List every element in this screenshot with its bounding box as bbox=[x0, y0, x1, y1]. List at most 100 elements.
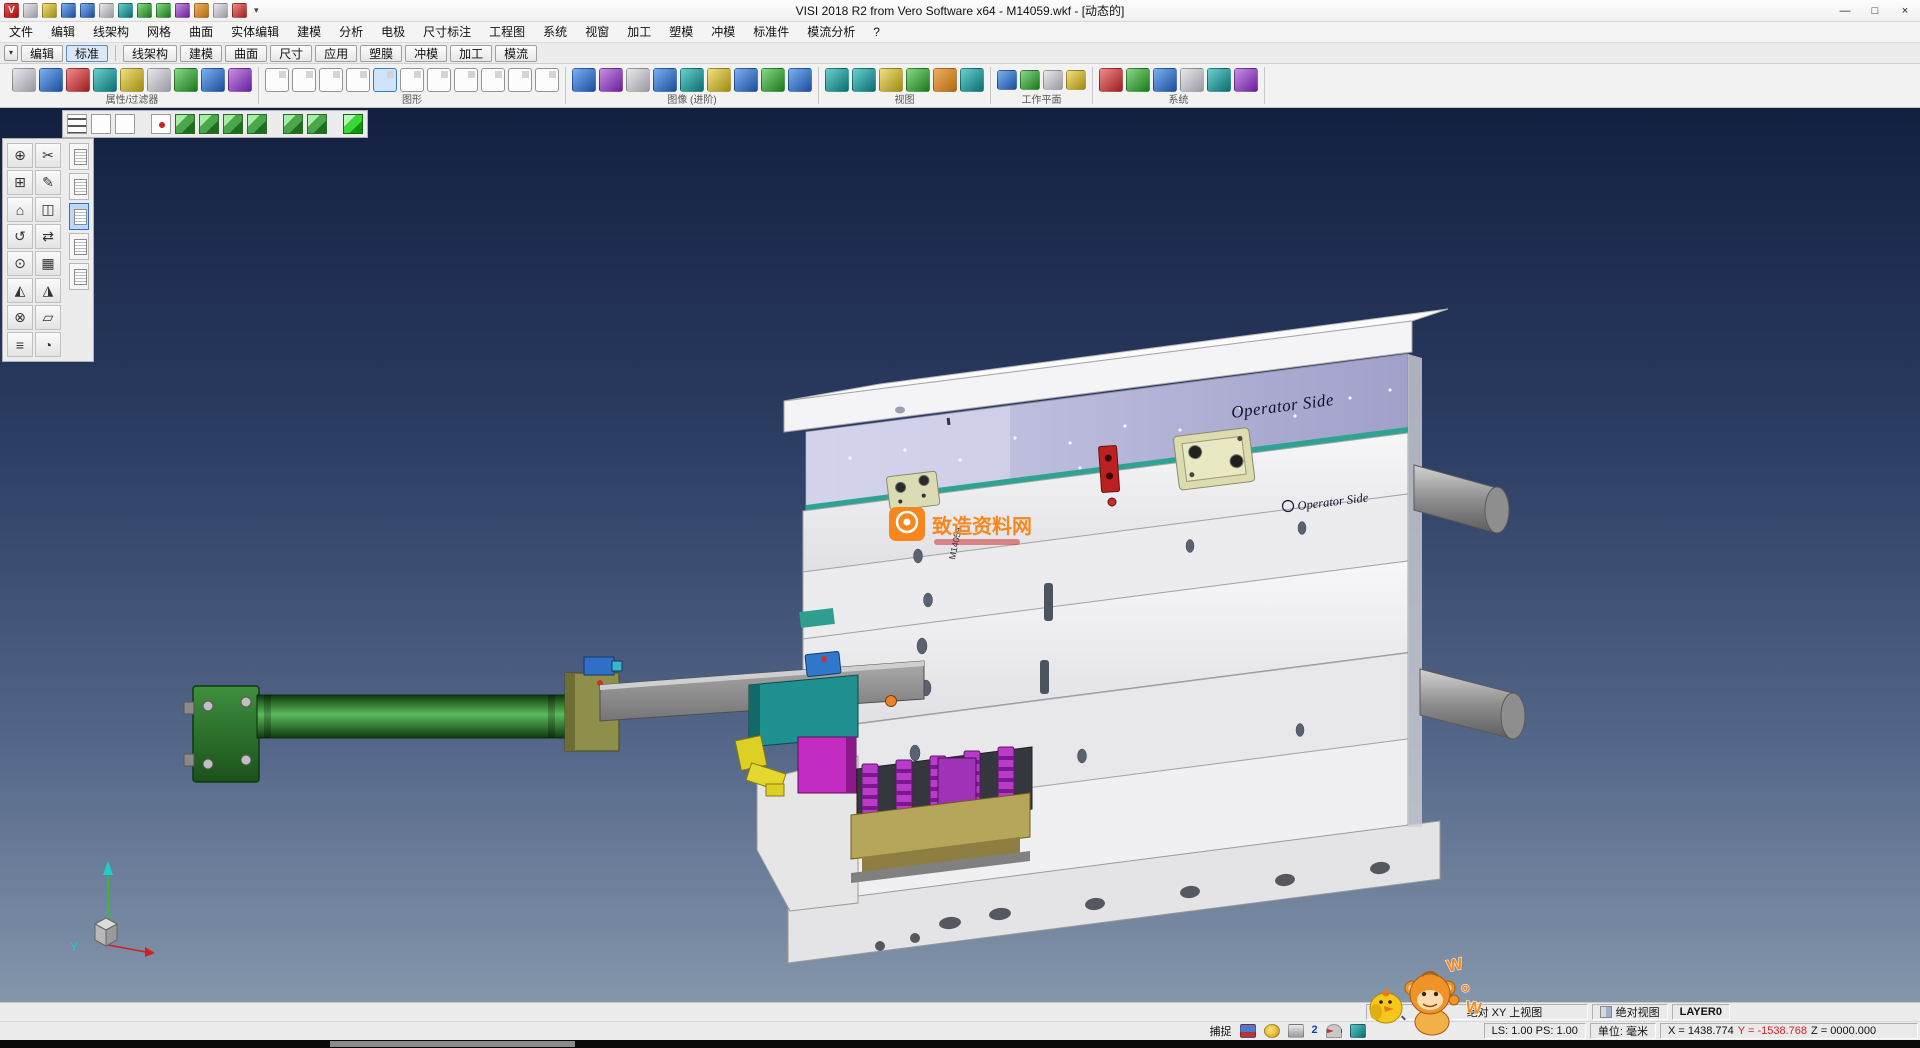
graphics-view-icon[interactable] bbox=[265, 68, 289, 92]
point-icon[interactable]: ⊙ bbox=[7, 251, 33, 276]
plane-icon[interactable]: ▱ bbox=[35, 305, 61, 330]
menu-item[interactable]: 塑模 bbox=[660, 22, 702, 43]
print-icon[interactable] bbox=[99, 3, 114, 18]
save-icon[interactable] bbox=[61, 3, 76, 18]
workplane-align-icon[interactable] bbox=[1020, 70, 1040, 90]
section-view-icon[interactable] bbox=[761, 68, 785, 92]
color-palette-icon[interactable] bbox=[1099, 68, 1123, 92]
workflow-tab[interactable]: 冲模 bbox=[405, 45, 447, 62]
clipboard-view-icon[interactable] bbox=[69, 143, 89, 170]
magnifier-icon[interactable] bbox=[1392, 1008, 1401, 1017]
home-view-icon[interactable]: ⌂ bbox=[7, 197, 33, 222]
graphics-view-icon[interactable] bbox=[319, 68, 343, 92]
origin-point-icon[interactable] bbox=[151, 114, 171, 134]
layer-filter-icon[interactable] bbox=[147, 68, 171, 92]
workflow-tab[interactable]: 模流 bbox=[495, 45, 537, 62]
undo-icon[interactable] bbox=[137, 3, 152, 18]
clipboard-view-icon[interactable] bbox=[69, 263, 89, 290]
menu-item[interactable]: 加工 bbox=[618, 22, 660, 43]
workflow-tab[interactable]: 建模 bbox=[180, 45, 222, 62]
workflow-tab[interactable]: 应用 bbox=[315, 45, 357, 62]
menu-item[interactable]: 网格 bbox=[138, 22, 180, 43]
view-previous-icon[interactable] bbox=[960, 68, 984, 92]
view-top-icon[interactable] bbox=[825, 68, 849, 92]
tab-dropdown-icon[interactable]: ▾ bbox=[4, 45, 18, 61]
pan-icon[interactable] bbox=[680, 68, 704, 92]
snap-label[interactable]: 捕捉 bbox=[1210, 1023, 1232, 1039]
split-view-icon[interactable]: ◫ bbox=[35, 197, 61, 222]
redo-icon[interactable] bbox=[156, 3, 171, 18]
workplane-view-icon[interactable] bbox=[1066, 70, 1086, 90]
dynamic-rotate-icon[interactable] bbox=[653, 68, 677, 92]
color-filter-icon[interactable] bbox=[201, 68, 225, 92]
view-cube-icon[interactable] bbox=[247, 114, 267, 134]
trim-icon[interactable]: ✂ bbox=[35, 143, 61, 168]
graphics-view-icon[interactable] bbox=[292, 68, 316, 92]
view-cube-icon[interactable] bbox=[199, 114, 219, 134]
paste-icon[interactable] bbox=[194, 3, 209, 18]
workflow-tab[interactable]: 线架构 bbox=[123, 45, 177, 62]
magnet-icon[interactable] bbox=[66, 68, 90, 92]
attribute-brush-icon[interactable] bbox=[174, 68, 198, 92]
menu-item[interactable]: 实体编辑 bbox=[222, 22, 288, 43]
wireframe-box-icon[interactable] bbox=[91, 114, 111, 134]
menu-item[interactable]: 线架构 bbox=[84, 22, 138, 43]
properties-icon[interactable] bbox=[12, 68, 36, 92]
taskbar-item[interactable] bbox=[330, 1041, 575, 1047]
matrix-icon[interactable] bbox=[1207, 68, 1231, 92]
grid-icon[interactable]: ⊞ bbox=[7, 170, 33, 195]
sketch-icon[interactable]: ✎ bbox=[35, 170, 61, 195]
workflow-tab[interactable]: 加工 bbox=[450, 45, 492, 62]
product-icon[interactable]: ⊗ bbox=[7, 305, 33, 330]
menu-item[interactable]: 标准件 bbox=[744, 22, 798, 43]
cylinder-icon[interactable]: ◮ bbox=[35, 278, 61, 303]
graphics-view-icon[interactable] bbox=[400, 68, 424, 92]
view-cube-icon[interactable] bbox=[307, 114, 327, 134]
arc-icon[interactable]: ◔ bbox=[35, 332, 61, 357]
graphics-view-icon-active[interactable] bbox=[373, 68, 397, 92]
quick-access-more-icon[interactable]: ▾ bbox=[251, 5, 262, 16]
snowflake-icon[interactable] bbox=[1180, 68, 1204, 92]
model-viewport[interactable]: Operator Side Operator Side M14059 致造资料网 bbox=[0, 108, 1920, 1002]
menu-item[interactable]: 尺寸标注 bbox=[414, 22, 480, 43]
hidden-line-icon[interactable] bbox=[626, 68, 650, 92]
view-cube-icon[interactable] bbox=[283, 114, 303, 134]
shaded-box-icon[interactable] bbox=[115, 114, 135, 134]
menu-item[interactable]: ? bbox=[864, 22, 889, 43]
camera-icon[interactable] bbox=[933, 68, 957, 92]
printer-icon[interactable] bbox=[1288, 1024, 1304, 1038]
zoom-fit-icon[interactable] bbox=[734, 68, 758, 92]
layer-field[interactable]: LAYER0 bbox=[1672, 1004, 1730, 1020]
tab-edit[interactable]: 编辑 bbox=[21, 45, 63, 62]
settings-icon[interactable] bbox=[213, 3, 228, 18]
layers-icon[interactable] bbox=[1234, 68, 1258, 92]
graphics-grid-icon[interactable] bbox=[535, 68, 559, 92]
absolute-view-field[interactable]: 绝对视图 bbox=[1592, 1004, 1668, 1020]
counter-value[interactable]: 2 bbox=[1312, 1024, 1318, 1038]
menu-item[interactable]: 文件 bbox=[0, 22, 42, 43]
globe-icon[interactable] bbox=[1126, 68, 1150, 92]
view-cube-icon[interactable] bbox=[175, 114, 195, 134]
graphics-view-icon[interactable] bbox=[427, 68, 451, 92]
new-file-icon[interactable] bbox=[23, 3, 38, 18]
filter-icon[interactable] bbox=[39, 68, 63, 92]
workflow-tab[interactable]: 曲面 bbox=[225, 45, 267, 62]
swap-icon[interactable]: ⇄ bbox=[35, 224, 61, 249]
menu-item[interactable]: 系统 bbox=[534, 22, 576, 43]
graphics-view-icon[interactable] bbox=[346, 68, 370, 92]
menu-item[interactable]: 编辑 bbox=[42, 22, 84, 43]
cone-icon[interactable]: ◭ bbox=[7, 278, 33, 303]
view-mode-field[interactable]: A 绝对 XY 上视图 bbox=[1366, 1004, 1588, 1020]
cube-icon[interactable] bbox=[1350, 1024, 1366, 1038]
tab-standard[interactable]: 标准 bbox=[66, 45, 108, 62]
zoom-window-icon[interactable] bbox=[707, 68, 731, 92]
clipboard-view-icon[interactable] bbox=[69, 233, 89, 260]
menu-item[interactable]: 曲面 bbox=[180, 22, 222, 43]
workplane-3pt-icon[interactable] bbox=[1043, 70, 1063, 90]
help-icon[interactable] bbox=[232, 3, 247, 18]
workflow-tab[interactable]: 塑膜 bbox=[360, 45, 402, 62]
graphics-view-icon[interactable] bbox=[454, 68, 478, 92]
maximize-button[interactable]: □ bbox=[1860, 1, 1890, 21]
open-file-icon[interactable] bbox=[42, 3, 57, 18]
table-icon[interactable] bbox=[1153, 68, 1177, 92]
